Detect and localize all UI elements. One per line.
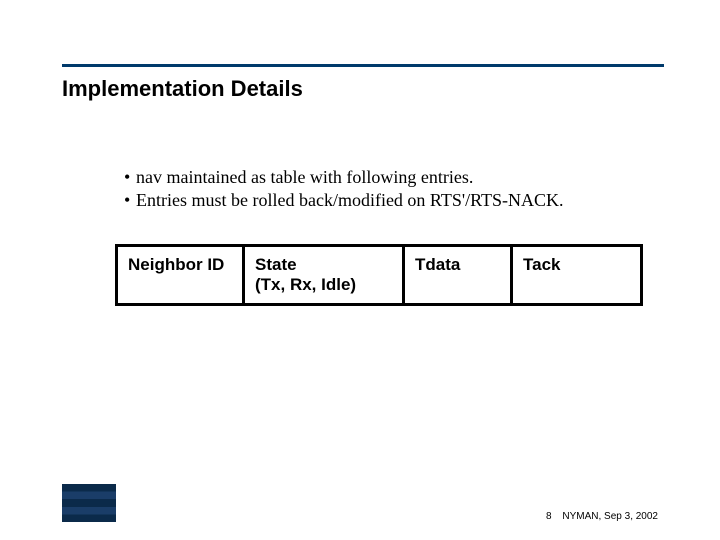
footer-text: NYMAN, Sep 3, 2002 — [562, 511, 658, 522]
column-header-state-line1: State — [255, 255, 392, 275]
bullet-dot-icon: • — [124, 166, 136, 189]
page-number: 8 — [546, 511, 552, 522]
bullet-item: • Entries must be rolled back/modified o… — [124, 189, 644, 212]
column-header-tdata: Tdata — [402, 247, 510, 303]
bullet-text: nav maintained as table with following e… — [136, 166, 644, 189]
page-title: Implementation Details — [62, 76, 303, 102]
logo-icon — [62, 484, 116, 522]
table-header-row: Neighbor ID State (Tx, Rx, Idle) Tdata T… — [118, 247, 640, 303]
column-header-tack: Tack — [510, 247, 640, 303]
column-header-neighbor-id: Neighbor ID — [118, 247, 242, 303]
column-header-state-line2: (Tx, Rx, Idle) — [255, 275, 392, 295]
bullet-dot-icon: • — [124, 189, 136, 212]
column-header-state: State (Tx, Rx, Idle) — [242, 247, 402, 303]
bullet-list: • nav maintained as table with following… — [124, 166, 644, 211]
footer: 8 NYMAN, Sep 3, 2002 — [546, 511, 658, 522]
slide: Implementation Details • nav maintained … — [0, 0, 720, 540]
bullet-text: Entries must be rolled back/modified on … — [136, 189, 644, 212]
header-rule — [62, 64, 664, 67]
nav-table: Neighbor ID State (Tx, Rx, Idle) Tdata T… — [115, 244, 643, 306]
bullet-item: • nav maintained as table with following… — [124, 166, 644, 189]
